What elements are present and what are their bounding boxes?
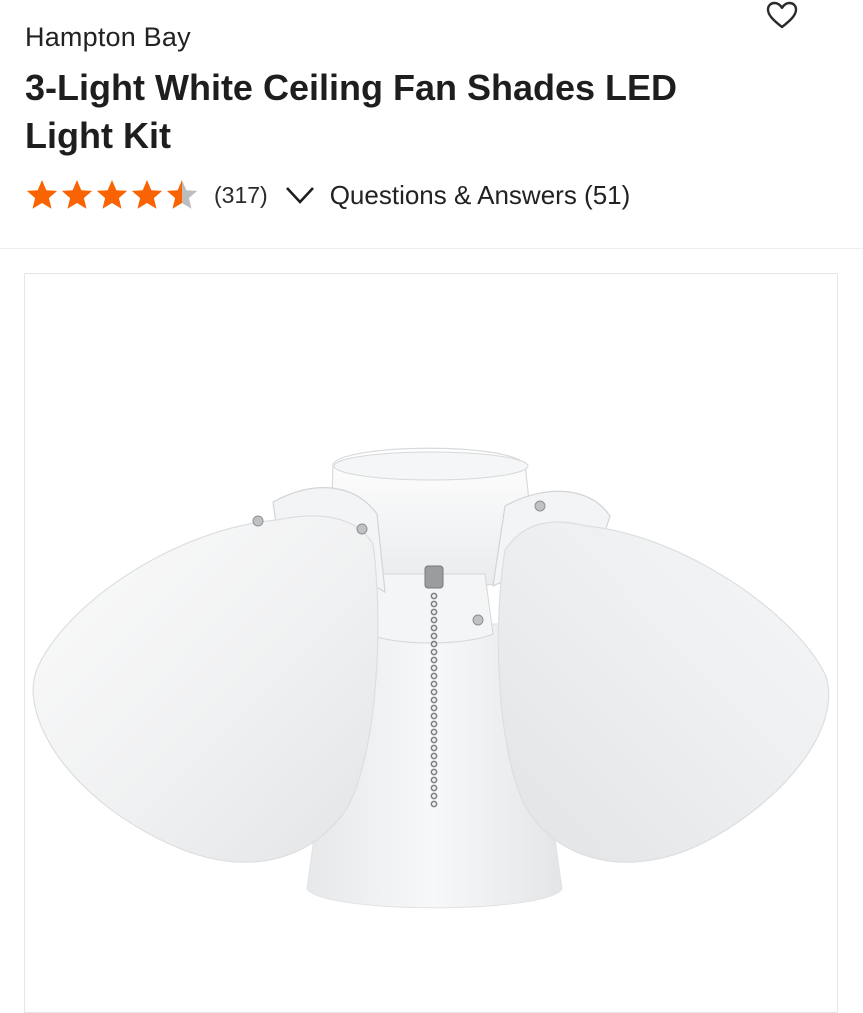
- star-icon: [26, 180, 58, 209]
- star-icon: [61, 180, 93, 209]
- product-title: 3-Light White Ceiling Fan Shades LED Lig…: [25, 67, 678, 156]
- rating-row: (317) Questions & Answers (51): [25, 175, 630, 215]
- product-header: Hampton Bay 3-Light White Ceiling Fan Sh…: [25, 0, 845, 250]
- section-divider: [0, 248, 863, 249]
- star-half-icon: [166, 180, 198, 209]
- heart-outline-icon: [766, 1, 798, 29]
- product-image-frame: [24, 273, 838, 1013]
- product-image[interactable]: [25, 274, 837, 1012]
- questions-answers-link[interactable]: Questions & Answers (51): [330, 180, 631, 211]
- star-rating[interactable]: [25, 178, 199, 212]
- review-count-link[interactable]: (317): [214, 182, 268, 209]
- star-icon: [131, 180, 163, 209]
- star-icon: [96, 180, 128, 209]
- chevron-down-icon[interactable]: [284, 184, 316, 206]
- favorite-button[interactable]: [764, 0, 800, 30]
- brand-name[interactable]: Hampton Bay: [25, 22, 191, 53]
